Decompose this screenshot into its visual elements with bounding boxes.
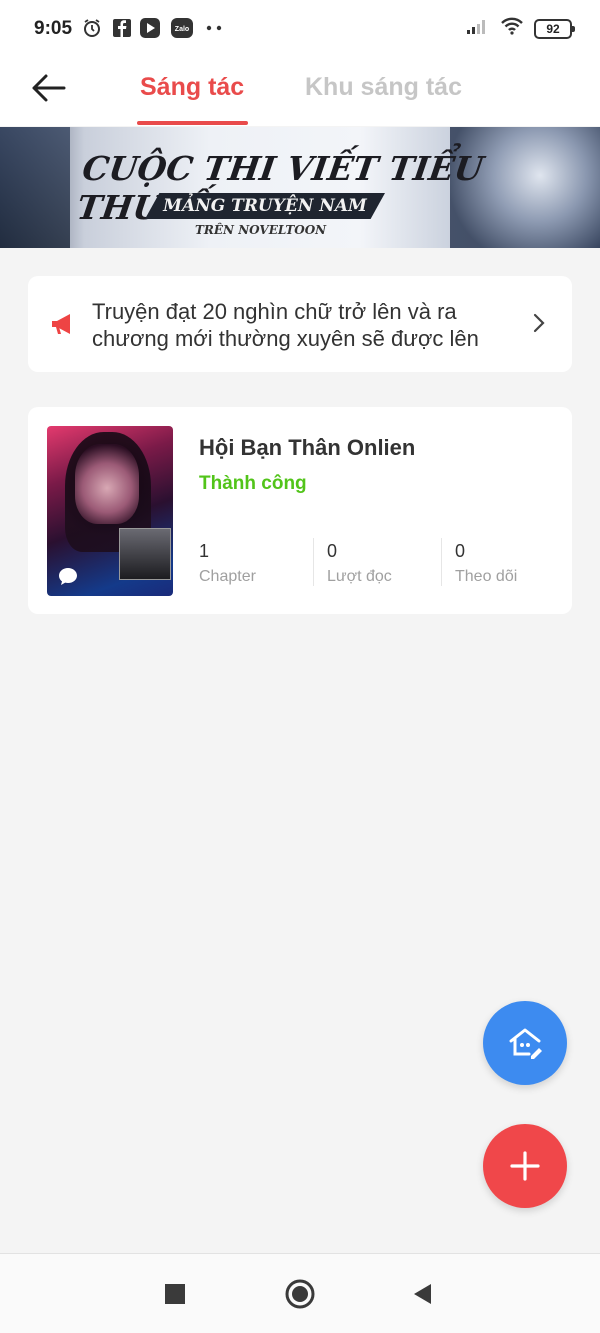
stat-divider xyxy=(313,538,314,586)
facebook-icon xyxy=(111,17,133,39)
wifi-icon xyxy=(500,16,524,41)
add-story-button[interactable] xyxy=(483,1124,567,1208)
comment-bubble-icon xyxy=(57,566,79,588)
banner-caption: TRÊN NOVELTOON xyxy=(195,223,327,237)
back-nav-button[interactable] xyxy=(404,1276,440,1312)
recents-button[interactable] xyxy=(157,1276,193,1312)
stat-divider xyxy=(441,538,442,586)
contest-banner[interactable]: CUỘC THI VIẾT TIỂU THUYẾT MẢNG TRUYỆN NA… xyxy=(0,127,600,248)
notice-card[interactable]: Truyện đạt 20 nghìn chữ trở lên và ra ch… xyxy=(28,276,572,372)
svg-text:Zalo: Zalo xyxy=(175,26,189,33)
plus-icon xyxy=(510,1151,540,1181)
circle-home-icon xyxy=(285,1279,315,1309)
stat-label: Lượt đọc xyxy=(327,568,392,585)
tab-indicator xyxy=(137,121,248,125)
megaphone-icon xyxy=(50,312,76,336)
alarm-icon xyxy=(81,17,103,39)
home-button[interactable] xyxy=(282,1276,318,1312)
back-button[interactable] xyxy=(26,66,70,110)
story-title: Hội Bạn Thân Onlien xyxy=(199,435,416,460)
story-status: Thành công xyxy=(199,473,307,494)
stat-followers: 0 Theo dõi xyxy=(455,541,517,591)
chevron-right-icon xyxy=(532,312,552,336)
stat-reads: 0 Lượt đọc xyxy=(327,541,392,591)
banner-backdrop-left xyxy=(0,127,70,248)
stat-value: 1 xyxy=(199,541,210,561)
battery-icon: 92 xyxy=(534,18,575,39)
triangle-back-icon xyxy=(414,1284,431,1304)
stat-value: 0 xyxy=(455,541,466,561)
battery-level: 92 xyxy=(546,21,560,36)
signal-icon xyxy=(466,17,490,40)
header: Sáng tác Khu sáng tác xyxy=(0,56,600,126)
zalo-icon: Zalo xyxy=(171,17,193,39)
square-icon xyxy=(165,1284,185,1304)
tab-sang-tac[interactable]: Sáng tác xyxy=(140,73,244,102)
cover-art-face xyxy=(75,444,139,524)
stat-label: Chapter xyxy=(199,568,256,585)
stat-chapters: 1 Chapter xyxy=(199,541,256,591)
story-card[interactable]: Hội Bạn Thân Onlien Thành công 1 Chapter… xyxy=(28,407,572,614)
tab-khu-sang-tac[interactable]: Khu sáng tác xyxy=(305,73,462,102)
arrow-left-icon xyxy=(32,74,66,102)
stat-label: Theo dõi xyxy=(455,568,518,585)
writer-home-button[interactable] xyxy=(483,1001,567,1085)
stat-value: 0 xyxy=(327,541,338,561)
banner-subtitle: MẢNG TRUYỆN NAM xyxy=(145,193,385,219)
notice-text: Truyện đạt 20 nghìn chữ trở lên và ra ch… xyxy=(92,299,479,351)
home-edit-icon xyxy=(509,1028,542,1059)
story-cover[interactable] xyxy=(47,426,173,596)
play-icon xyxy=(139,17,161,39)
system-navbar xyxy=(0,1253,600,1333)
status-time: 9:05 xyxy=(34,18,73,39)
status-bar: 9:05 Zalo 92 xyxy=(0,0,600,56)
cover-inset-image xyxy=(119,528,171,580)
more-dots-icon xyxy=(203,17,225,39)
